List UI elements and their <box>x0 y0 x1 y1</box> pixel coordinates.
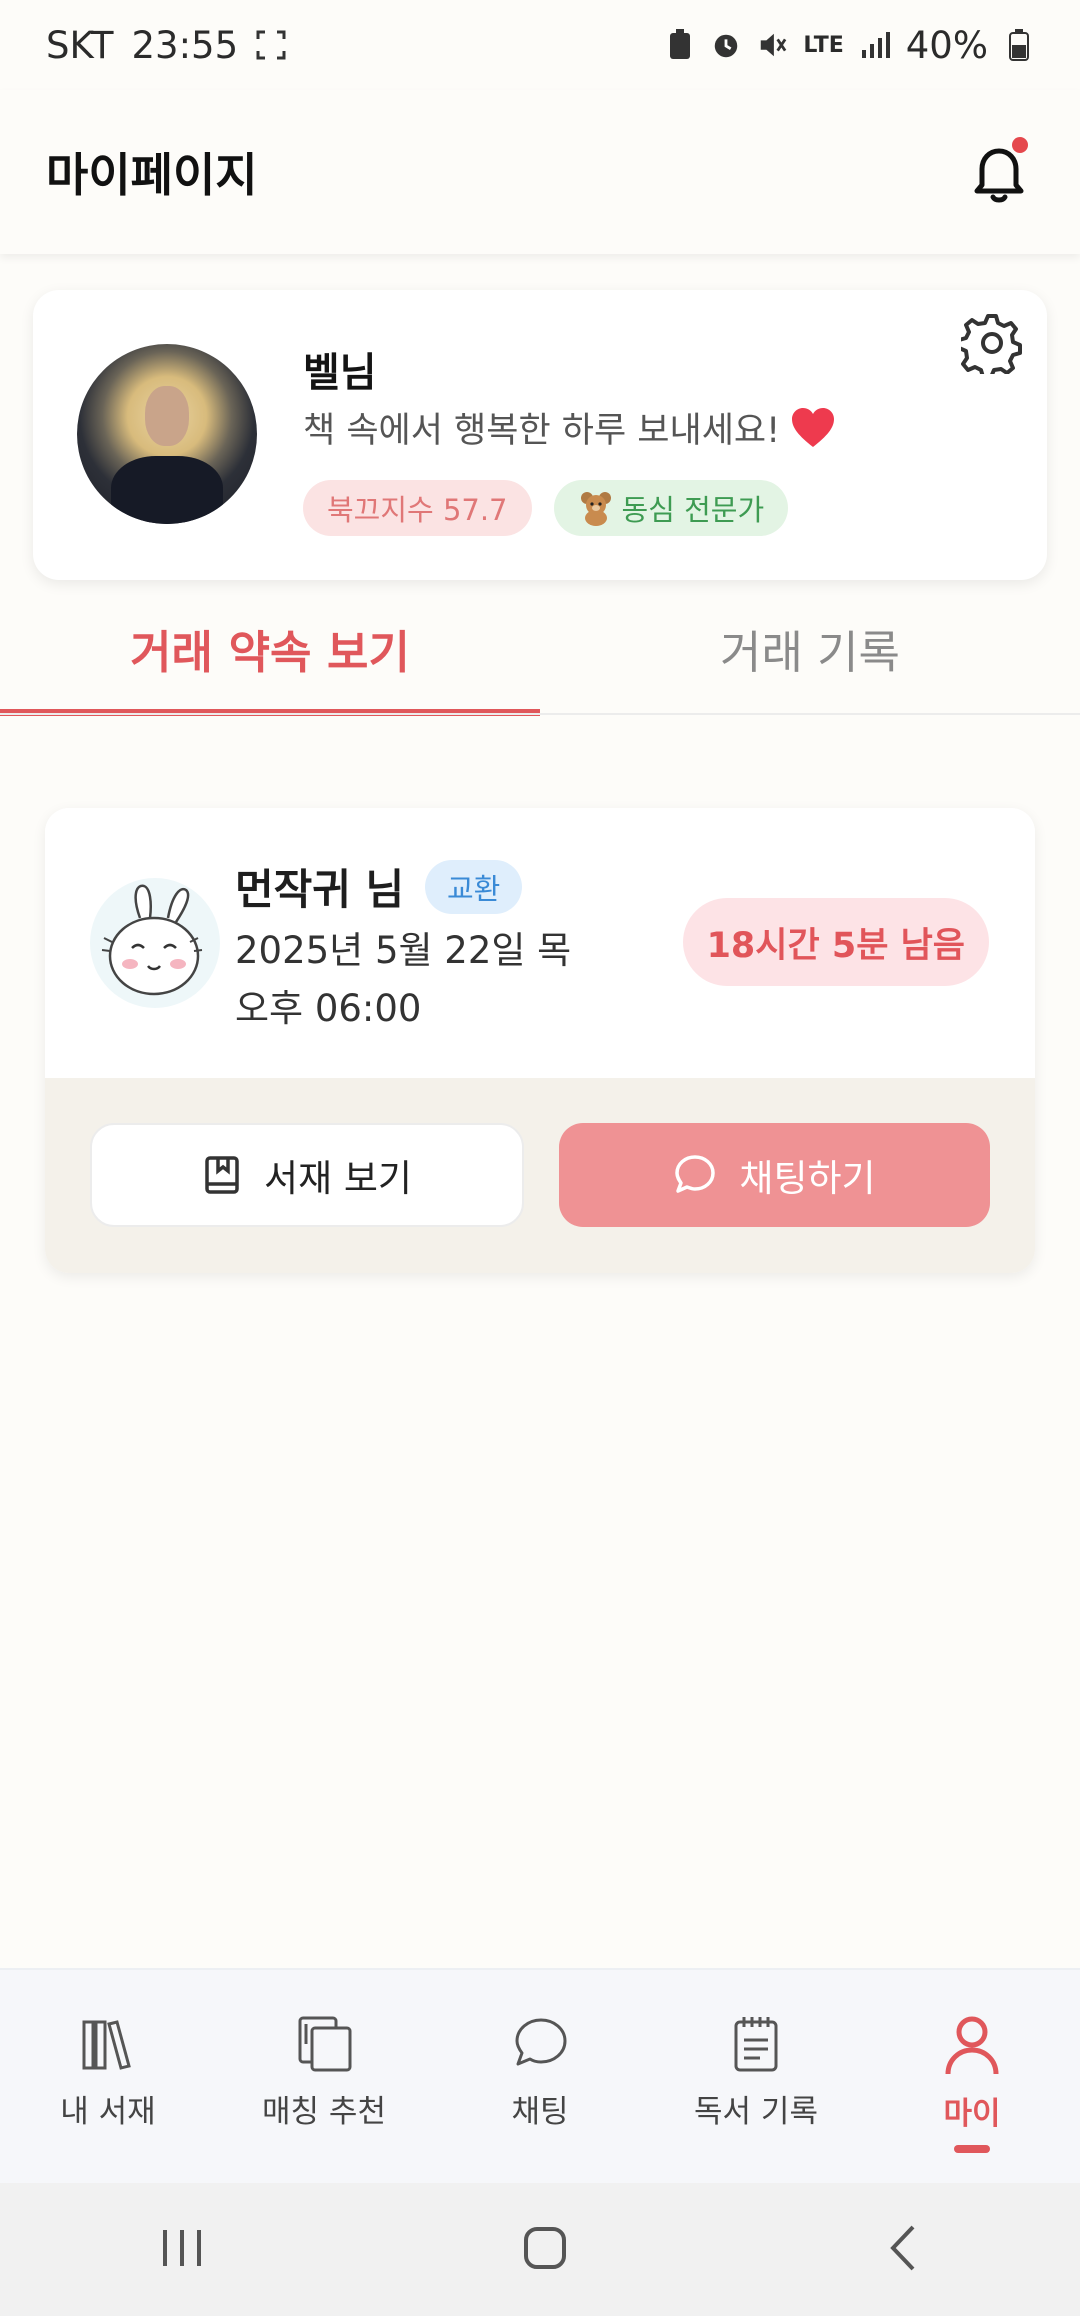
start-chat-button[interactable]: 채팅하기 <box>559 1123 990 1227</box>
battery-saver-icon <box>665 28 695 62</box>
nav-item-reading-log[interactable]: 독서 기록 <box>648 1970 864 2185</box>
settings-button[interactable] <box>957 312 1023 379</box>
profile-card: 벨님 책 속에서 행복한 하루 보내세요! 북끄지수 57.7 동심 전문가 <box>33 290 1047 580</box>
nav-label: 내 서재 <box>60 2094 156 2130</box>
home-icon <box>523 2226 566 2269</box>
notification-dot <box>1012 137 1028 153</box>
app-header: 마이페이지 <box>0 90 1080 254</box>
status-bar: SKT 23:55 LTE 40% <box>0 0 1080 90</box>
notification-button[interactable] <box>964 137 1034 207</box>
tab-label: 거래 약속 보기 <box>130 625 410 679</box>
trade-time: 오후 06:00 <box>235 987 422 1030</box>
alarm-icon <box>711 28 741 62</box>
tab-trade-history[interactable]: 거래 기록 <box>540 580 1080 716</box>
trade-actions: 서재 보기 채팅하기 <box>45 1078 1035 1273</box>
time-remaining-badge: 18시간 5분 남음 <box>682 898 989 986</box>
page-title: 마이페이지 <box>46 148 258 202</box>
battery-icon <box>1004 28 1034 62</box>
view-bookshelf-button[interactable]: 서재 보기 <box>90 1123 524 1227</box>
trade-date: 2025년 5월 22일 목 <box>235 929 572 972</box>
screen-capture-icon <box>256 28 286 62</box>
profile-bio: 책 속에서 행복한 하루 보내세요! <box>303 411 781 451</box>
clock: 23:55 <box>131 23 239 67</box>
home-button[interactable] <box>520 2223 570 2277</box>
back-button[interactable] <box>883 2223 923 2277</box>
books-icon <box>82 2020 131 2070</box>
person-icon <box>945 2016 999 2075</box>
trade-tabs: 거래 약속 보기 거래 기록 <box>0 580 1080 716</box>
tab-trade-appointments[interactable]: 거래 약속 보기 <box>0 580 540 716</box>
recent-apps-icon <box>162 2229 201 2266</box>
expert-badge: 동심 전문가 <box>553 480 789 536</box>
battery-percent: 40% <box>905 23 988 67</box>
start-chat-label: 채팅하기 <box>739 1157 876 1200</box>
bookshelf-icon <box>205 1156 239 1194</box>
nav-item-my[interactable]: 마이 <box>864 1970 1080 2185</box>
tab-label: 거래 기록 <box>720 625 900 679</box>
trade-appointment-card[interactable]: 먼작귀 님 교환 2025년 5월 22일 목 오후 06:00 18시간 5분… <box>45 808 1035 1273</box>
tabs-divider <box>0 713 1080 715</box>
book-index-badge: 북끄지수 57.7 <box>303 480 532 536</box>
notepad-icon <box>734 2017 778 2072</box>
bottom-nav: 내 서재 매칭 추천 채팅 독서 기록 마이 <box>0 1968 1080 2185</box>
signal-icon <box>860 28 890 62</box>
partner-avatar <box>90 878 220 1008</box>
partner-name: 먼작귀 님 <box>235 865 405 914</box>
trade-type-badge: 교환 <box>425 860 523 914</box>
network-label: LTE <box>803 32 844 58</box>
heart-icon <box>792 407 835 447</box>
gear-icon <box>957 314 1022 379</box>
view-bookshelf-label: 서재 보기 <box>264 1157 412 1200</box>
nav-label: 매칭 추천 <box>262 2094 386 2130</box>
trade-info: 먼작귀 님 교환 2025년 5월 22일 목 오후 06:00 18시간 5분… <box>45 808 1035 1078</box>
carrier-label: SKT <box>46 23 114 67</box>
recent-apps-button[interactable] <box>157 2226 207 2274</box>
teddy-bear-icon <box>580 492 611 526</box>
nav-active-indicator <box>954 2145 990 2153</box>
profile-name: 벨님 <box>303 350 377 396</box>
chat-bubble-icon <box>515 2018 567 2066</box>
chat-bubble-icon <box>675 1155 716 1193</box>
profile-bio-row: 책 속에서 행복한 하루 보내세요! <box>303 402 836 453</box>
book-match-icon <box>298 2016 352 2072</box>
nav-label: 채팅 <box>511 2094 569 2130</box>
avatar <box>77 344 257 524</box>
system-nav-bar <box>0 2183 1080 2316</box>
nav-label: 독서 기록 <box>694 2094 818 2130</box>
mute-icon <box>757 28 787 62</box>
nav-item-chat[interactable]: 채팅 <box>432 1970 648 2185</box>
rabbit-character-icon <box>101 884 203 996</box>
back-icon <box>890 2225 915 2270</box>
expert-badge-label: 동심 전문가 <box>621 493 765 527</box>
nav-item-my-library[interactable]: 내 서재 <box>0 1970 216 2185</box>
nav-label: 마이 <box>943 2096 1001 2132</box>
nav-item-matching[interactable]: 매칭 추천 <box>216 1970 432 2185</box>
